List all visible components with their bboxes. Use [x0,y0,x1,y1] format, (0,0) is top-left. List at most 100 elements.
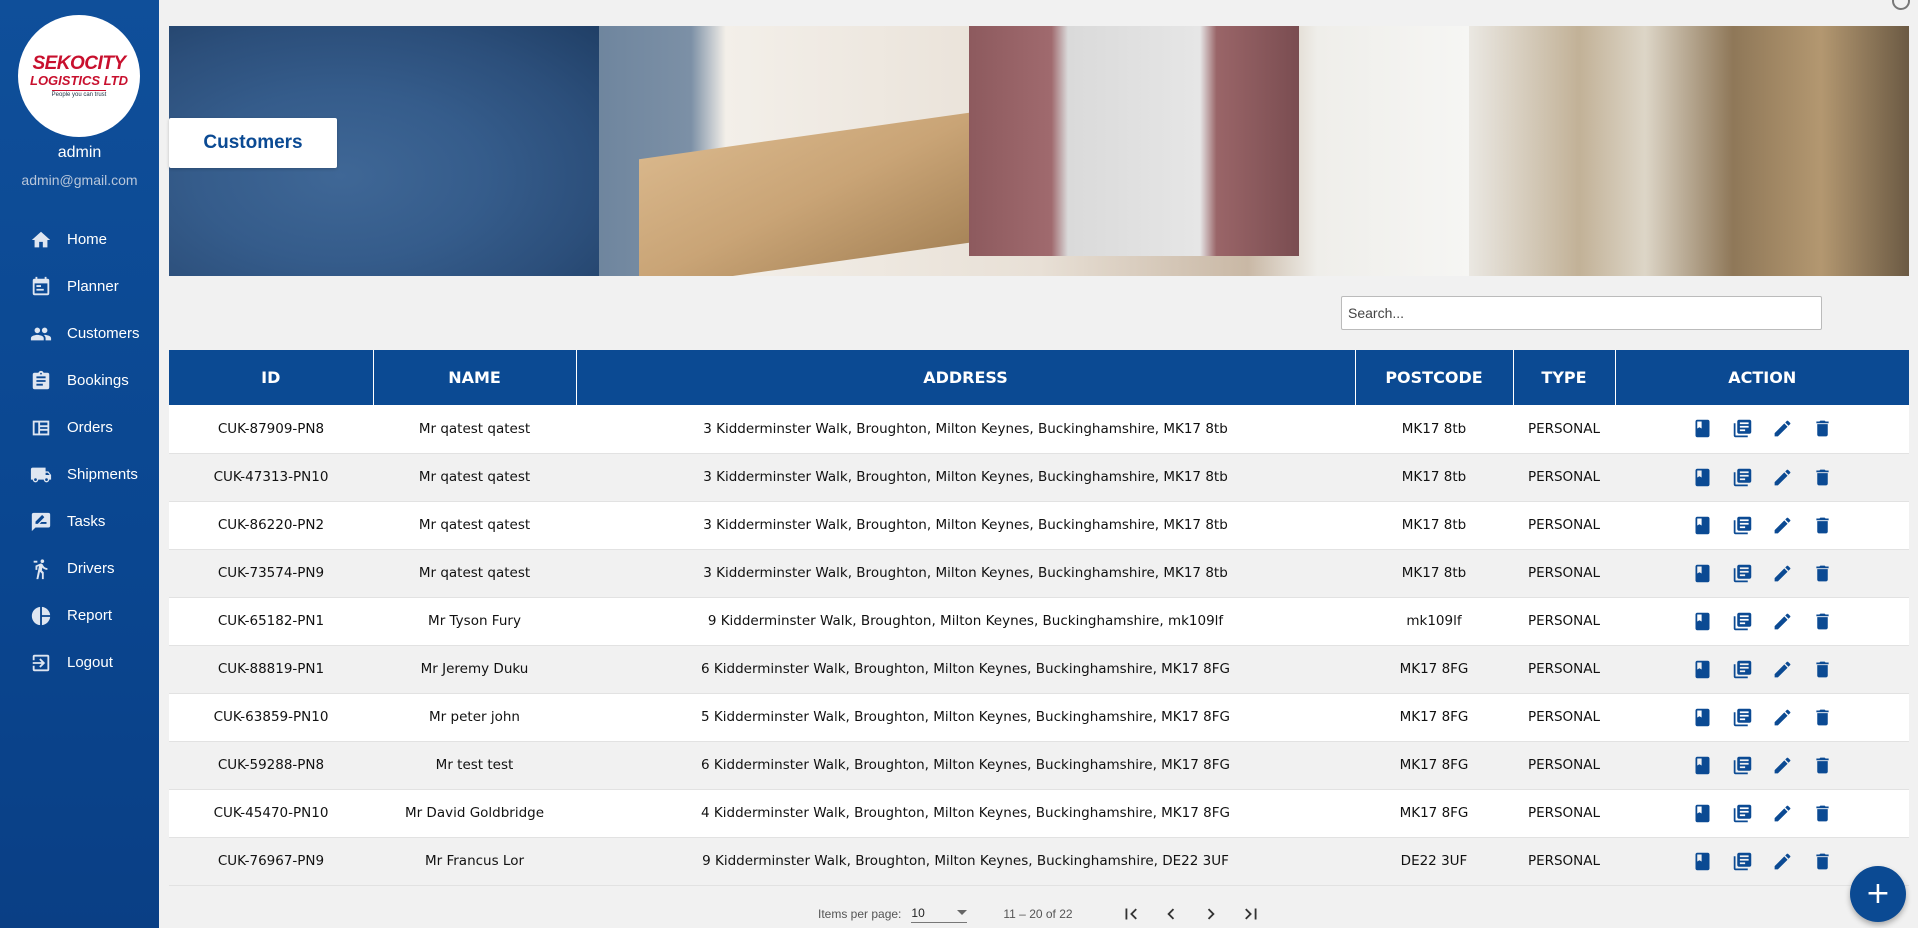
library-books-icon [1733,708,1751,726]
book-icon [1695,708,1709,726]
table-row[interactable]: CUK-63859-PN10 Mr peter john 5 Kidderminst… [169,693,1909,742]
cell-address: 9 Kidderminster Walk, Broughton, Milton … [576,837,1355,886]
edit-button[interactable] [1772,803,1793,824]
cell-actions [1615,789,1909,838]
sidebar-item-logout[interactable]: Logout [0,639,159,686]
items-per-page-select[interactable]: 10 [911,906,968,923]
table-row[interactable]: CUK-73574-PN9 Mr qatest qatest 3 Kiddermin… [169,549,1909,598]
edit-button[interactable] [1772,851,1793,872]
last-page-button[interactable] [1231,900,1271,928]
sidebar-item-planner[interactable]: Planner [0,263,159,310]
edit-button[interactable] [1772,707,1793,728]
book-button[interactable] [1692,611,1713,632]
delete-button[interactable] [1812,418,1833,439]
cell-type: PERSONAL [1513,501,1615,550]
column-header-postcode[interactable]: POSTCODE [1355,350,1514,405]
library-books-button[interactable] [1732,467,1753,488]
delete-button[interactable] [1812,563,1833,584]
book-button[interactable] [1692,659,1713,680]
library-books-button[interactable] [1732,515,1753,536]
cell-id: CUK-86220-PN2 [169,501,373,550]
edit-button[interactable] [1772,563,1793,584]
logo-text-2: LOGISTICS LTD [30,73,128,88]
book-button[interactable] [1692,755,1713,776]
table-row[interactable]: CUK-87909-PN8 Mr qatest qatest 3 Kiddermin… [169,405,1909,454]
cell-id: CUK-47313-PN10 [169,453,373,502]
delete-button[interactable] [1812,851,1833,872]
sidebar-item-home[interactable]: Home [0,216,159,263]
sidebar-item-shipments[interactable]: Shipments [0,451,159,498]
first-page-button[interactable] [1111,900,1151,928]
delete-icon [1815,613,1829,629]
company-logo[interactable]: SEKOCITY LOGISTICS LTD People you can tr… [18,15,140,137]
table-row[interactable]: CUK-88819-PN1 Mr Jeremy Duku 6 Kidderminst… [169,645,1909,694]
delete-button[interactable] [1812,755,1833,776]
delete-button[interactable] [1812,707,1833,728]
sidebar-item-orders[interactable]: Orders [0,404,159,451]
table-row[interactable]: CUK-76967-PN9 Mr Francus Lor 9 Kidderminst… [169,837,1909,886]
book-button[interactable] [1692,707,1713,728]
library-books-button[interactable] [1732,418,1753,439]
book-button[interactable] [1692,851,1713,872]
cell-postcode: MK17 8tb [1355,453,1513,502]
delete-icon [1815,805,1829,821]
column-header-type[interactable]: TYPE [1513,350,1616,405]
delete-button[interactable] [1812,611,1833,632]
edit-button[interactable] [1772,659,1793,680]
delete-icon [1815,757,1829,773]
book-button[interactable] [1692,803,1713,824]
column-header-name[interactable]: NAME [373,350,577,405]
sidebar-item-report[interactable]: Report [0,592,159,639]
cell-address: 9 Kidderminster Walk, Broughton, Milton … [576,597,1355,646]
edit-button[interactable] [1772,755,1793,776]
book-button[interactable] [1692,515,1713,536]
edit-button[interactable] [1772,418,1793,439]
delete-button[interactable] [1812,467,1833,488]
delete-button[interactable] [1812,515,1833,536]
column-header-id[interactable]: ID [169,350,374,405]
table-row[interactable]: CUK-86220-PN2 Mr qatest qatest 3 Kiddermin… [169,501,1909,550]
library-books-button[interactable] [1732,851,1753,872]
table-row[interactable]: CUK-65182-PN1 Mr Tyson Fury 9 Kidderminste… [169,597,1909,646]
cell-name: Mr qatest qatest [373,501,576,550]
library-books-button[interactable] [1732,707,1753,728]
clipboard-icon [29,369,53,393]
cell-id: CUK-76967-PN9 [169,837,373,886]
table-row[interactable]: CUK-45470-PN10 Mr David Goldbridge 4 Kidde… [169,789,1909,838]
book-icon [1695,756,1709,774]
sidebar-item-customers[interactable]: Customers [0,310,159,357]
table-row[interactable]: CUK-47313-PN10 Mr qatest qatest 3 Kiddermi… [169,453,1909,502]
library-books-button[interactable] [1732,611,1753,632]
cell-address: 4 Kidderminster Walk, Broughton, Milton … [576,789,1355,838]
library-books-button[interactable] [1732,563,1753,584]
book-button[interactable] [1692,467,1713,488]
book-button[interactable] [1692,563,1713,584]
library-books-icon [1733,852,1751,870]
edit-button[interactable] [1772,515,1793,536]
add-customer-button[interactable]: + [1850,866,1906,922]
delete-button[interactable] [1812,659,1833,680]
sidebar-item-bookings[interactable]: Bookings [0,357,159,404]
library-books-button[interactable] [1732,755,1753,776]
calendar-icon [29,275,53,299]
delete-button[interactable] [1812,803,1833,824]
book-icon [1695,564,1709,582]
sidebar-item-tasks[interactable]: Tasks [0,498,159,545]
cell-actions [1615,549,1909,598]
library-books-button[interactable] [1732,803,1753,824]
help-icon[interactable] [1892,0,1910,10]
cell-type: PERSONAL [1513,645,1615,694]
library-books-button[interactable] [1732,659,1753,680]
sidebar-item-drivers[interactable]: Drivers [0,545,159,592]
edit-button[interactable] [1772,611,1793,632]
next-page-button[interactable] [1191,900,1231,928]
column-header-address[interactable]: ADDRESS [576,350,1356,405]
edit-icon [1774,709,1790,725]
book-button[interactable] [1692,418,1713,439]
table-row[interactable]: CUK-59288-PN8 Mr test test 6 Kidderminster… [169,741,1909,790]
page-title: Customers [203,132,303,153]
edit-button[interactable] [1772,467,1793,488]
previous-page-button[interactable] [1151,900,1191,928]
search-input[interactable] [1341,296,1822,330]
library-books-icon [1733,420,1751,438]
